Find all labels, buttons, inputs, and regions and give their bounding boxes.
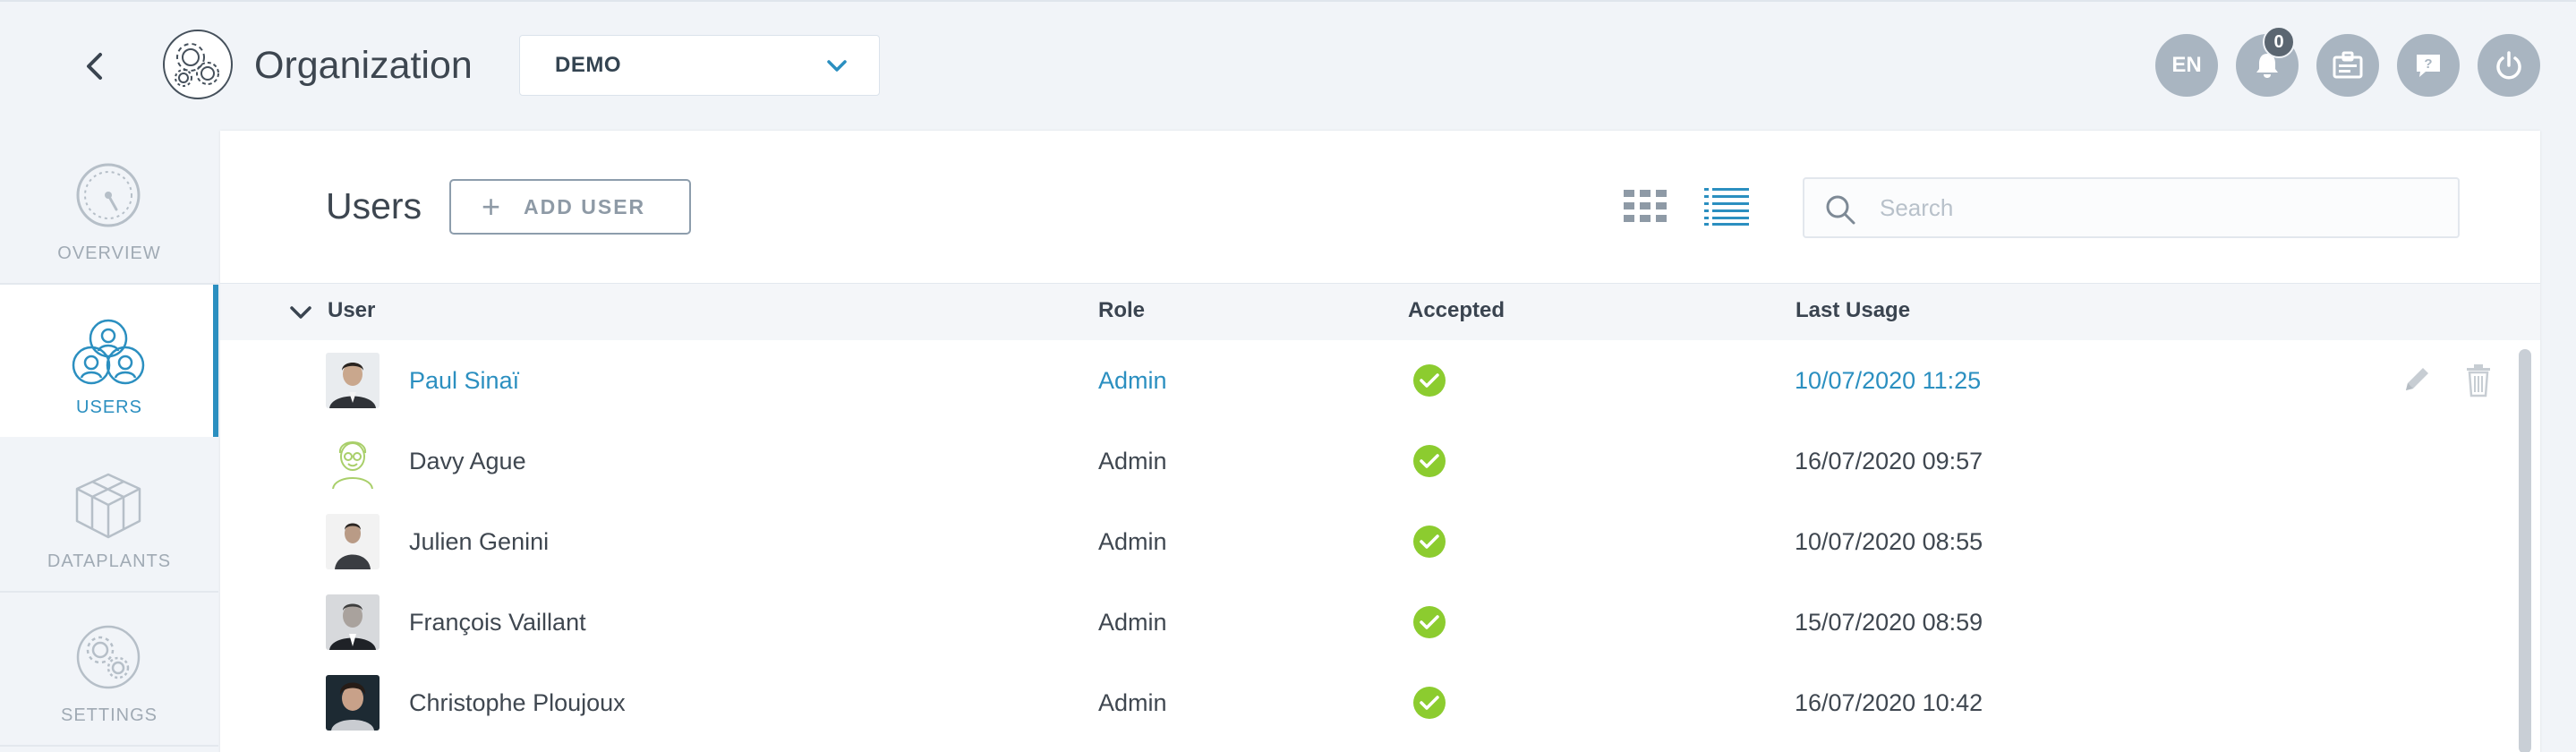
- user-last-usage: 16/07/2020 10:42: [1795, 689, 1983, 716]
- avatar: [326, 675, 380, 731]
- user-name[interactable]: Paul Sinaï: [409, 365, 519, 396]
- user-role: Admin: [1098, 367, 1167, 394]
- sidebar-item-label: SETTINGS: [60, 705, 158, 725]
- table-row[interactable]: Julien Genini Admin 10/07/2020 08:55: [220, 501, 2512, 582]
- top-header: Organization DEMO EN 0 ?: [0, 2, 2576, 131]
- table-row[interactable]: Christophe Ploujoux Admin 16/07/2020 10:…: [220, 662, 2512, 743]
- user-last-usage: 10/07/2020 08:55: [1795, 528, 1983, 555]
- users-table-body: Paul Sinaï Admin 10/07/2020 11:25 Davy A…: [220, 340, 2540, 752]
- sidebar-item-label: USERS: [76, 397, 142, 417]
- grid-view-icon[interactable]: [1624, 188, 1667, 224]
- id-card-icon: [2333, 51, 2363, 79]
- table-row[interactable]: Paul Sinaï Admin 10/07/2020 11:25: [220, 340, 2512, 421]
- help-chat-icon: ?: [2417, 55, 2440, 77]
- pencil-icon[interactable]: [2401, 363, 2433, 396]
- search-box: [1803, 177, 2460, 238]
- check-circle-icon: [1413, 364, 1446, 397]
- power-icon: [2496, 51, 2521, 80]
- trash-icon[interactable]: [2463, 362, 2494, 397]
- chevron-down-icon: [827, 60, 847, 72]
- language-button[interactable]: EN: [2155, 34, 2218, 97]
- search-icon: [1826, 195, 1855, 225]
- scrollbar-thumb[interactable]: [2519, 349, 2531, 752]
- logout-button[interactable]: [2478, 34, 2540, 97]
- column-header-accepted[interactable]: Accepted: [1408, 298, 1505, 323]
- column-header-user[interactable]: User: [328, 298, 375, 323]
- avatar: [326, 353, 380, 408]
- avatar: [326, 594, 380, 650]
- add-user-button[interactable]: + ADD USER: [449, 179, 691, 235]
- check-circle-icon: [1413, 606, 1446, 638]
- plus-icon: +: [482, 188, 501, 225]
- sidebar-item-label: DATAPLANTS: [47, 551, 172, 571]
- sidebar-item-label: OVERVIEW: [57, 244, 161, 263]
- sidebar-item-users[interactable]: USERS: [0, 285, 218, 437]
- profile-card-button[interactable]: [2316, 34, 2379, 97]
- user-name[interactable]: Julien Genini: [409, 526, 549, 557]
- column-header-role[interactable]: Role: [1098, 298, 1145, 323]
- organization-select-value: DEMO: [555, 53, 621, 77]
- avatar: [326, 514, 380, 569]
- page-title: Organization: [254, 44, 473, 87]
- user-name[interactable]: Davy Ague: [409, 446, 526, 476]
- user-role: Admin: [1098, 528, 1167, 555]
- dashboard-gauge-icon: [76, 163, 141, 227]
- back-button[interactable]: [77, 48, 113, 84]
- user-name[interactable]: François Vaillant: [409, 607, 586, 637]
- user-role: Admin: [1098, 609, 1167, 636]
- organization-logo: [163, 30, 233, 99]
- check-circle-icon: [1413, 687, 1446, 719]
- check-circle-icon: [1413, 445, 1446, 477]
- sidebar: OVERVIEW USERS DATAPLANTS SETTINGS: [0, 131, 218, 752]
- sidebar-item-dataplants[interactable]: DATAPLANTS: [0, 439, 218, 591]
- table-row[interactable]: François Vaillant Admin 15/07/2020 08:59: [220, 582, 2512, 662]
- sidebar-item-settings[interactable]: SETTINGS: [0, 593, 218, 745]
- user-name[interactable]: Christophe Ploujoux: [409, 688, 626, 718]
- section-title: Users: [326, 185, 422, 226]
- user-last-usage: 16/07/2020 09:57: [1795, 448, 1983, 474]
- user-last-usage: 10/07/2020 11:25: [1795, 367, 1982, 394]
- sidebar-item-overview[interactable]: OVERVIEW: [0, 131, 218, 283]
- help-button[interactable]: ?: [2397, 34, 2460, 97]
- table-header: User Role Accepted Last Usage: [220, 283, 2540, 340]
- svg-text:?: ?: [2424, 56, 2432, 72]
- avatar: [326, 433, 380, 489]
- search-input[interactable]: [1878, 192, 2433, 223]
- list-view-icon[interactable]: [1704, 186, 1749, 226]
- sidebar-divider: [0, 745, 218, 747]
- user-role: Admin: [1098, 448, 1167, 474]
- chevron-down-icon[interactable]: [288, 303, 313, 323]
- gears-icon: [175, 43, 219, 87]
- language-label: EN: [2171, 53, 2202, 77]
- chevron-left-icon: [87, 53, 102, 80]
- organization-select[interactable]: DEMO: [519, 35, 880, 96]
- gears-icon: [76, 625, 141, 689]
- cubes-icon: [75, 473, 141, 539]
- notification-count-badge: 0: [2263, 26, 2295, 58]
- users-group-icon: [72, 319, 145, 385]
- column-header-last-usage[interactable]: Last Usage: [1796, 298, 1910, 323]
- users-panel: Users + ADD USER Search User Role Accept…: [220, 131, 2540, 752]
- table-row[interactable]: Davy Ague Admin 16/07/2020 09:57: [220, 421, 2512, 501]
- add-user-label: ADD USER: [524, 194, 646, 218]
- user-last-usage: 15/07/2020 08:59: [1795, 609, 1983, 636]
- check-circle-icon: [1413, 526, 1446, 558]
- app-window: Organization DEMO EN 0 ? OVERVIEW USERS …: [0, 0, 2576, 752]
- user-role: Admin: [1098, 689, 1167, 716]
- table-scrollbar[interactable]: [2519, 349, 2531, 752]
